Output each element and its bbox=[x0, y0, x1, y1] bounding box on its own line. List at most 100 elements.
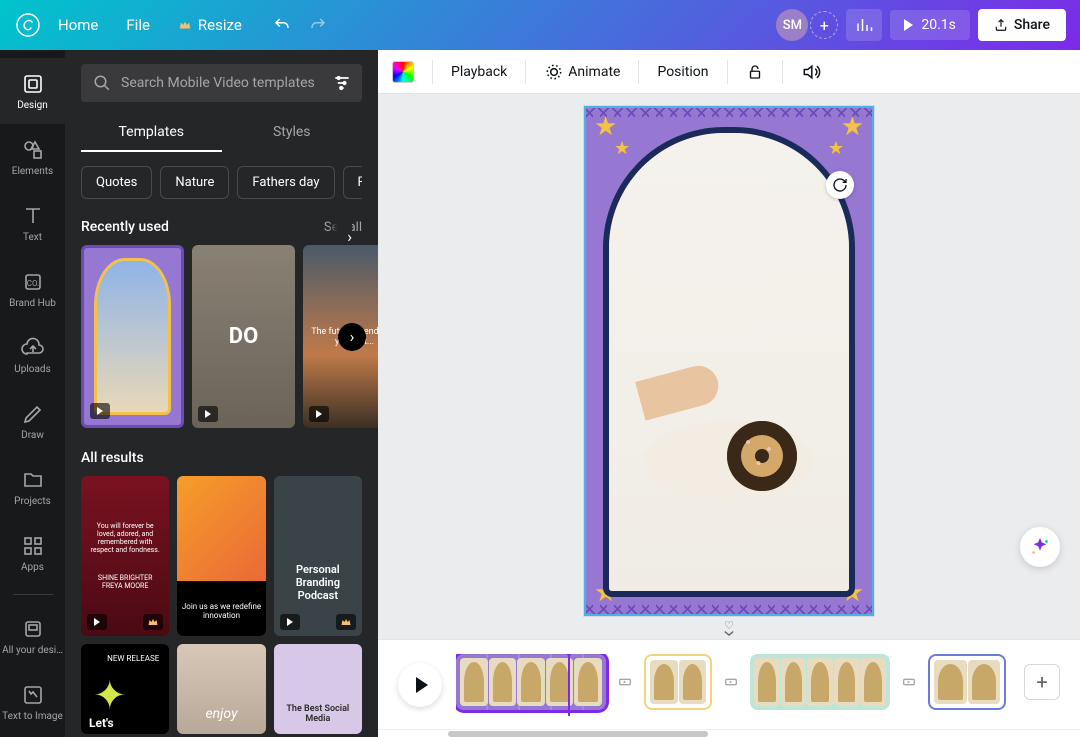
rail-text-label: Text bbox=[23, 232, 42, 243]
template-thumb[interactable]: The Best Social Media bbox=[274, 644, 362, 734]
insights-button[interactable] bbox=[846, 9, 882, 41]
timeline-clip[interactable]: 6.4s bbox=[750, 654, 890, 710]
svg-text:CO.: CO. bbox=[26, 279, 38, 288]
divider bbox=[727, 60, 728, 84]
topbar-left-group: Home File Resize bbox=[14, 8, 334, 42]
video-icon bbox=[198, 406, 218, 422]
video-icon bbox=[309, 406, 329, 422]
transition-button[interactable] bbox=[722, 674, 740, 690]
template-thumb[interactable]: DO bbox=[192, 245, 295, 428]
timeline-play-button[interactable] bbox=[398, 663, 442, 707]
decorative-zigzag bbox=[586, 602, 872, 614]
template-thumb[interactable]: NEW RELEASE Let's bbox=[81, 644, 169, 734]
timeline-clip[interactable]: 3.0s bbox=[644, 654, 712, 710]
transition-button[interactable] bbox=[900, 674, 918, 690]
position-button[interactable]: Position bbox=[657, 64, 708, 80]
photo-content bbox=[609, 133, 849, 591]
video-icon bbox=[87, 614, 107, 630]
redo-button[interactable] bbox=[302, 9, 334, 41]
transition-button[interactable] bbox=[616, 674, 634, 690]
audio-button[interactable] bbox=[801, 62, 821, 82]
home-button[interactable]: Home bbox=[46, 8, 110, 42]
user-avatar[interactable]: SM bbox=[776, 9, 808, 41]
template-thumb[interactable]: You will forever be loved, adored, and r… bbox=[81, 476, 169, 636]
rail-t2i-label: Text to Image bbox=[2, 711, 63, 722]
add-clip-button[interactable]: + bbox=[1024, 664, 1060, 700]
chip-fathers-day[interactable]: Fathers day bbox=[237, 166, 334, 199]
filter-icon[interactable] bbox=[332, 73, 352, 93]
thumbs-next[interactable]: › bbox=[338, 323, 366, 351]
canvas-stage[interactable]: ★ ★ ★ ★ ★ ★ bbox=[378, 94, 1080, 627]
rail-draw[interactable]: Draw bbox=[0, 388, 65, 454]
tab-templates[interactable]: Templates bbox=[81, 114, 222, 152]
thumb-text: enjoy bbox=[205, 706, 237, 722]
canvas-toolbar: Playback Animate Position bbox=[378, 50, 1080, 94]
playhead[interactable] bbox=[568, 654, 570, 716]
add-member-button[interactable]: + bbox=[810, 11, 838, 39]
left-rail: Design Elements Text CO. Brand Hub Uploa… bbox=[0, 50, 65, 737]
timeline-track[interactable]: 6.9s 3.0s 6.4s 3.5s + bbox=[456, 654, 1060, 716]
pro-badge bbox=[336, 614, 356, 630]
share-label: Share bbox=[1014, 17, 1050, 33]
templates-panel: Templates Styles Quotes Nature Fathers d… bbox=[65, 50, 378, 737]
rail-all-designs-label: All your desi… bbox=[2, 645, 63, 656]
timeline-scrollbar[interactable] bbox=[378, 729, 1080, 737]
rail-all-designs[interactable]: All your desi… bbox=[0, 603, 65, 669]
rail-elements[interactable]: Elements bbox=[0, 124, 65, 190]
thumb-text: NEW RELEASE bbox=[107, 654, 159, 663]
rail-projects-label: Projects bbox=[14, 496, 51, 507]
topbar-right-group: SM + 20.1s Share bbox=[776, 9, 1066, 41]
divider bbox=[782, 60, 783, 84]
magic-fab[interactable] bbox=[1020, 527, 1060, 567]
share-button[interactable]: Share bbox=[978, 9, 1066, 41]
animate-icon bbox=[544, 62, 564, 82]
color-picker[interactable] bbox=[392, 61, 414, 83]
thumb-text: DO bbox=[229, 324, 258, 349]
chip-food[interactable]: Food bbox=[343, 166, 363, 199]
search-wrap bbox=[81, 64, 362, 102]
resize-button[interactable]: Resize bbox=[166, 8, 254, 42]
resize-label: Resize bbox=[198, 16, 242, 34]
timeline-clip[interactable]: 6.9s bbox=[456, 654, 606, 710]
regenerate-button[interactable] bbox=[826, 171, 854, 199]
lock-button[interactable] bbox=[746, 63, 764, 81]
recent-thumbs: DO The fut... depends o... you do t... › bbox=[81, 245, 362, 428]
search-input[interactable] bbox=[81, 64, 362, 102]
template-thumb[interactable]: Personal Branding Podcast bbox=[274, 476, 362, 636]
playback-button[interactable]: Playback bbox=[451, 64, 507, 80]
share-icon bbox=[994, 18, 1008, 32]
rail-uploads[interactable]: Uploads bbox=[0, 322, 65, 388]
recent-header: Recently used See all bbox=[81, 219, 362, 235]
timeline-clip[interactable]: 3.5s bbox=[928, 654, 1006, 710]
chip-nature[interactable]: Nature bbox=[160, 166, 229, 199]
scrollbar-thumb[interactable] bbox=[448, 731, 708, 737]
decorative-zigzag bbox=[586, 108, 872, 120]
animate-button[interactable]: Animate bbox=[544, 62, 620, 82]
pro-badge bbox=[143, 614, 163, 630]
undo-button[interactable] bbox=[266, 9, 298, 41]
file-button[interactable]: File bbox=[114, 8, 162, 42]
rail-text[interactable]: Text bbox=[0, 190, 65, 256]
duration-play-button[interactable]: 20.1s bbox=[890, 10, 970, 40]
rail-brand[interactable]: CO. Brand Hub bbox=[0, 256, 65, 322]
tab-styles[interactable]: Styles bbox=[222, 114, 363, 152]
rail-uploads-label: Uploads bbox=[14, 364, 50, 375]
clip-duration: 3.0s bbox=[650, 709, 671, 710]
page-like-indicator[interactable]: ♡ bbox=[724, 619, 734, 632]
thumb-text: Join us as we redefine innovation bbox=[177, 602, 265, 620]
filter-chips: Quotes Nature Fathers day Food bbox=[81, 166, 362, 199]
divider bbox=[525, 60, 526, 84]
template-thumb[interactable]: Join us as we redefine innovation bbox=[177, 476, 265, 636]
lock-icon bbox=[746, 63, 764, 81]
chip-quotes[interactable]: Quotes bbox=[81, 166, 152, 199]
rail-apps[interactable]: Apps bbox=[0, 520, 65, 586]
canva-logo[interactable] bbox=[14, 11, 42, 39]
rail-design[interactable]: Design bbox=[0, 58, 65, 124]
template-thumb[interactable] bbox=[81, 245, 184, 428]
rail-text-to-image[interactable]: Text to Image bbox=[0, 669, 65, 735]
recent-title: Recently used bbox=[81, 219, 169, 235]
rail-projects[interactable]: Projects bbox=[0, 454, 65, 520]
duration-label: 20.1s bbox=[921, 17, 956, 33]
top-toolbar: Home File Resize SM + 20.1s Share bbox=[0, 0, 1080, 50]
template-thumb[interactable]: enjoy bbox=[177, 644, 265, 734]
